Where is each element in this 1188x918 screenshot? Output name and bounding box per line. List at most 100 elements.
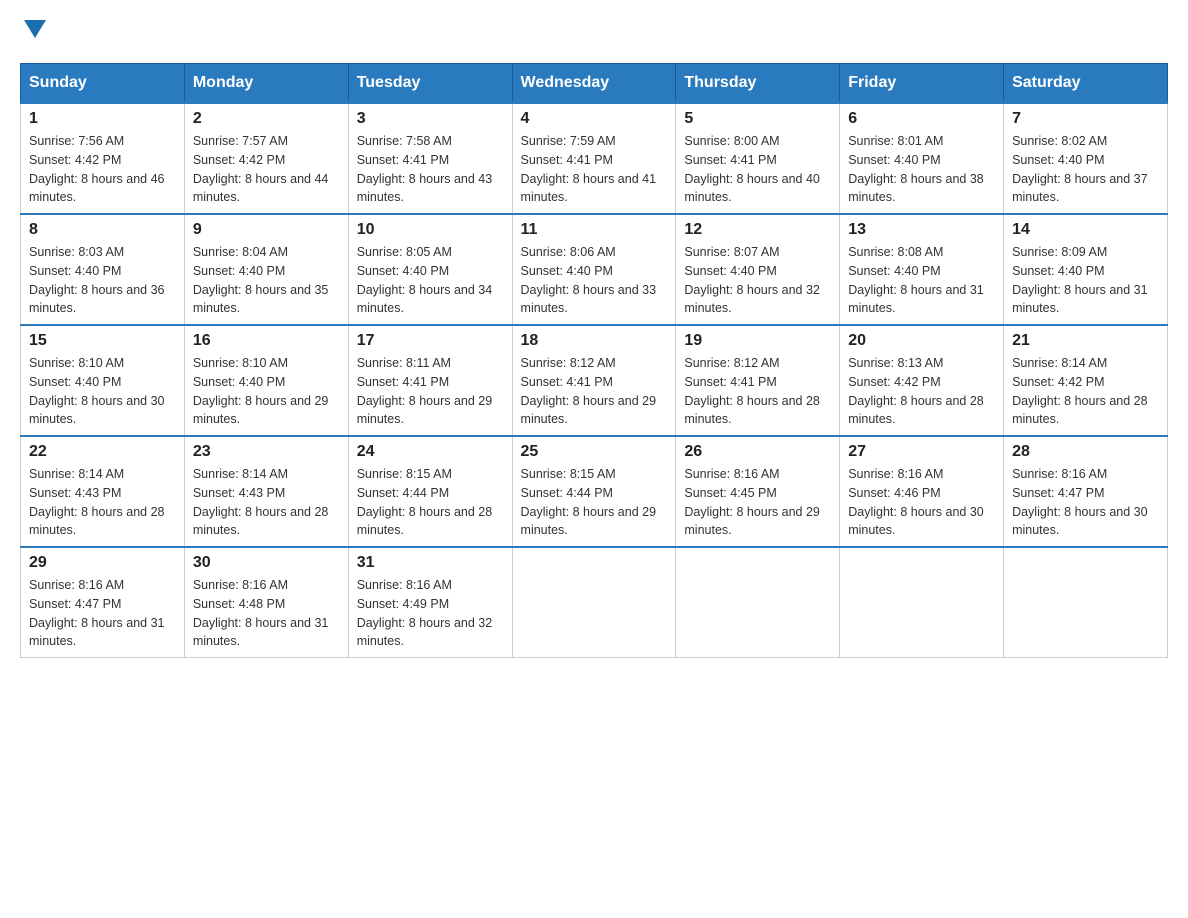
day-number: 29: [29, 554, 176, 572]
day-info: Sunrise: 8:06 AMSunset: 4:40 PMDaylight:…: [521, 245, 657, 315]
day-cell: 1 Sunrise: 7:56 AMSunset: 4:42 PMDayligh…: [21, 103, 185, 214]
week-row-4: 22 Sunrise: 8:14 AMSunset: 4:43 PMDaylig…: [21, 436, 1168, 547]
day-info: Sunrise: 7:58 AMSunset: 4:41 PMDaylight:…: [357, 134, 493, 204]
day-info: Sunrise: 8:14 AMSunset: 4:43 PMDaylight:…: [29, 467, 165, 537]
day-cell: 28 Sunrise: 8:16 AMSunset: 4:47 PMDaylig…: [1004, 436, 1168, 547]
day-cell: [840, 547, 1004, 658]
day-info: Sunrise: 8:10 AMSunset: 4:40 PMDaylight:…: [193, 356, 329, 426]
day-cell: 5 Sunrise: 8:00 AMSunset: 4:41 PMDayligh…: [676, 103, 840, 214]
day-number: 23: [193, 443, 340, 461]
day-info: Sunrise: 8:14 AMSunset: 4:42 PMDaylight:…: [1012, 356, 1148, 426]
header-thursday: Thursday: [676, 64, 840, 104]
day-info: Sunrise: 8:15 AMSunset: 4:44 PMDaylight:…: [521, 467, 657, 537]
day-number: 21: [1012, 332, 1159, 350]
day-cell: 11 Sunrise: 8:06 AMSunset: 4:40 PMDaylig…: [512, 214, 676, 325]
week-row-1: 1 Sunrise: 7:56 AMSunset: 4:42 PMDayligh…: [21, 103, 1168, 214]
day-info: Sunrise: 8:01 AMSunset: 4:40 PMDaylight:…: [848, 134, 984, 204]
calendar-table: SundayMondayTuesdayWednesdayThursdayFrid…: [20, 63, 1168, 658]
day-cell: 25 Sunrise: 8:15 AMSunset: 4:44 PMDaylig…: [512, 436, 676, 547]
day-number: 4: [521, 110, 668, 128]
day-info: Sunrise: 8:12 AMSunset: 4:41 PMDaylight:…: [684, 356, 820, 426]
day-info: Sunrise: 7:56 AMSunset: 4:42 PMDaylight:…: [29, 134, 165, 204]
day-cell: 24 Sunrise: 8:15 AMSunset: 4:44 PMDaylig…: [348, 436, 512, 547]
day-cell: 23 Sunrise: 8:14 AMSunset: 4:43 PMDaylig…: [184, 436, 348, 547]
day-info: Sunrise: 8:11 AMSunset: 4:41 PMDaylight:…: [357, 356, 493, 426]
day-info: Sunrise: 8:08 AMSunset: 4:40 PMDaylight:…: [848, 245, 984, 315]
day-cell: 10 Sunrise: 8:05 AMSunset: 4:40 PMDaylig…: [348, 214, 512, 325]
day-cell: 9 Sunrise: 8:04 AMSunset: 4:40 PMDayligh…: [184, 214, 348, 325]
day-cell: [676, 547, 840, 658]
logo-arrow-icon: [24, 20, 46, 38]
day-number: 1: [29, 110, 176, 128]
day-cell: 17 Sunrise: 8:11 AMSunset: 4:41 PMDaylig…: [348, 325, 512, 436]
day-number: 7: [1012, 110, 1159, 128]
day-number: 8: [29, 221, 176, 239]
day-cell: 3 Sunrise: 7:58 AMSunset: 4:41 PMDayligh…: [348, 103, 512, 214]
day-cell: 21 Sunrise: 8:14 AMSunset: 4:42 PMDaylig…: [1004, 325, 1168, 436]
day-cell: 15 Sunrise: 8:10 AMSunset: 4:40 PMDaylig…: [21, 325, 185, 436]
day-cell: 13 Sunrise: 8:08 AMSunset: 4:40 PMDaylig…: [840, 214, 1004, 325]
day-number: 5: [684, 110, 831, 128]
day-info: Sunrise: 8:05 AMSunset: 4:40 PMDaylight:…: [357, 245, 493, 315]
day-number: 6: [848, 110, 995, 128]
day-info: Sunrise: 8:07 AMSunset: 4:40 PMDaylight:…: [684, 245, 820, 315]
day-number: 17: [357, 332, 504, 350]
day-cell: 22 Sunrise: 8:14 AMSunset: 4:43 PMDaylig…: [21, 436, 185, 547]
day-info: Sunrise: 8:03 AMSunset: 4:40 PMDaylight:…: [29, 245, 165, 315]
header-wednesday: Wednesday: [512, 64, 676, 104]
day-info: Sunrise: 8:14 AMSunset: 4:43 PMDaylight:…: [193, 467, 329, 537]
header-saturday: Saturday: [1004, 64, 1168, 104]
day-cell: 12 Sunrise: 8:07 AMSunset: 4:40 PMDaylig…: [676, 214, 840, 325]
day-info: Sunrise: 8:04 AMSunset: 4:40 PMDaylight:…: [193, 245, 329, 315]
page-header: [20, 20, 1168, 43]
day-number: 13: [848, 221, 995, 239]
day-info: Sunrise: 8:16 AMSunset: 4:47 PMDaylight:…: [29, 578, 165, 648]
day-number: 3: [357, 110, 504, 128]
day-cell: [1004, 547, 1168, 658]
day-cell: 14 Sunrise: 8:09 AMSunset: 4:40 PMDaylig…: [1004, 214, 1168, 325]
day-cell: 2 Sunrise: 7:57 AMSunset: 4:42 PMDayligh…: [184, 103, 348, 214]
day-number: 19: [684, 332, 831, 350]
day-cell: 26 Sunrise: 8:16 AMSunset: 4:45 PMDaylig…: [676, 436, 840, 547]
day-number: 28: [1012, 443, 1159, 461]
header-sunday: Sunday: [21, 64, 185, 104]
day-number: 30: [193, 554, 340, 572]
day-info: Sunrise: 7:59 AMSunset: 4:41 PMDaylight:…: [521, 134, 657, 204]
day-info: Sunrise: 8:16 AMSunset: 4:46 PMDaylight:…: [848, 467, 984, 537]
day-number: 31: [357, 554, 504, 572]
logo: [20, 20, 46, 43]
day-cell: 18 Sunrise: 8:12 AMSunset: 4:41 PMDaylig…: [512, 325, 676, 436]
day-number: 20: [848, 332, 995, 350]
day-number: 26: [684, 443, 831, 461]
day-number: 22: [29, 443, 176, 461]
week-row-2: 8 Sunrise: 8:03 AMSunset: 4:40 PMDayligh…: [21, 214, 1168, 325]
day-cell: 29 Sunrise: 8:16 AMSunset: 4:47 PMDaylig…: [21, 547, 185, 658]
day-info: Sunrise: 8:16 AMSunset: 4:49 PMDaylight:…: [357, 578, 493, 648]
day-info: Sunrise: 8:15 AMSunset: 4:44 PMDaylight:…: [357, 467, 493, 537]
day-cell: 20 Sunrise: 8:13 AMSunset: 4:42 PMDaylig…: [840, 325, 1004, 436]
day-cell: 4 Sunrise: 7:59 AMSunset: 4:41 PMDayligh…: [512, 103, 676, 214]
day-info: Sunrise: 8:12 AMSunset: 4:41 PMDaylight:…: [521, 356, 657, 426]
day-number: 16: [193, 332, 340, 350]
day-number: 12: [684, 221, 831, 239]
day-cell: 19 Sunrise: 8:12 AMSunset: 4:41 PMDaylig…: [676, 325, 840, 436]
day-info: Sunrise: 8:13 AMSunset: 4:42 PMDaylight:…: [848, 356, 984, 426]
day-info: Sunrise: 8:00 AMSunset: 4:41 PMDaylight:…: [684, 134, 820, 204]
day-cell: 6 Sunrise: 8:01 AMSunset: 4:40 PMDayligh…: [840, 103, 1004, 214]
day-cell: 30 Sunrise: 8:16 AMSunset: 4:48 PMDaylig…: [184, 547, 348, 658]
day-cell: [512, 547, 676, 658]
day-number: 15: [29, 332, 176, 350]
day-info: Sunrise: 8:09 AMSunset: 4:40 PMDaylight:…: [1012, 245, 1148, 315]
calendar-header-row: SundayMondayTuesdayWednesdayThursdayFrid…: [21, 64, 1168, 104]
day-info: Sunrise: 8:02 AMSunset: 4:40 PMDaylight:…: [1012, 134, 1148, 204]
day-cell: 8 Sunrise: 8:03 AMSunset: 4:40 PMDayligh…: [21, 214, 185, 325]
day-info: Sunrise: 8:10 AMSunset: 4:40 PMDaylight:…: [29, 356, 165, 426]
day-number: 27: [848, 443, 995, 461]
day-info: Sunrise: 8:16 AMSunset: 4:47 PMDaylight:…: [1012, 467, 1148, 537]
day-number: 24: [357, 443, 504, 461]
day-cell: 16 Sunrise: 8:10 AMSunset: 4:40 PMDaylig…: [184, 325, 348, 436]
day-cell: 27 Sunrise: 8:16 AMSunset: 4:46 PMDaylig…: [840, 436, 1004, 547]
day-number: 9: [193, 221, 340, 239]
header-monday: Monday: [184, 64, 348, 104]
day-info: Sunrise: 7:57 AMSunset: 4:42 PMDaylight:…: [193, 134, 329, 204]
